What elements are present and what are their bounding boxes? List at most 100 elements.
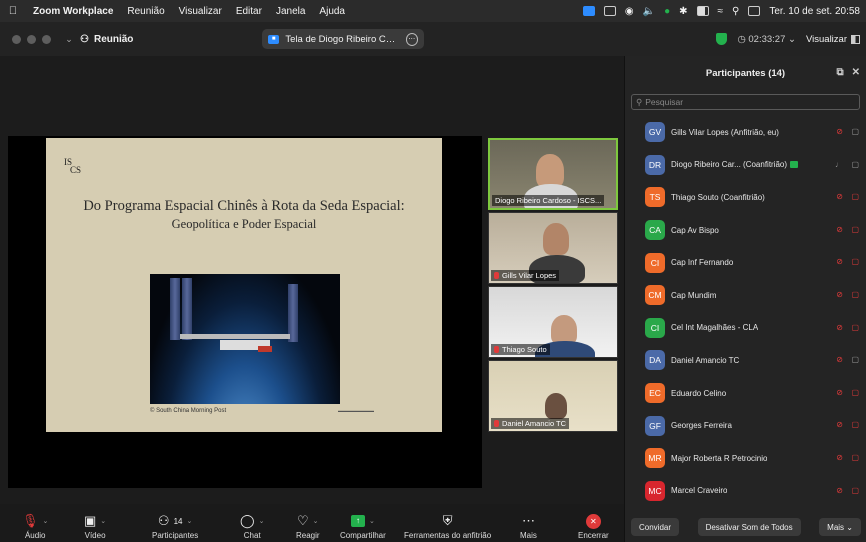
share-options-caret[interactable]: ⌄ <box>369 517 375 525</box>
menu-app-name[interactable]: Zoom Workplace <box>26 6 120 17</box>
participants-options-caret[interactable]: ⌄ <box>186 517 192 525</box>
camera-on-icon[interactable]: ▢ <box>851 160 859 169</box>
mic-off-icon[interactable]: ⊘ <box>836 127 843 136</box>
camera-off-icon[interactable]: ▢ <box>851 323 859 332</box>
mic-off-icon[interactable]: ⊘ <box>836 225 843 234</box>
participant-row[interactable]: EC Eduardo Celino ⊘ ▢ <box>625 377 866 410</box>
mic-off-icon[interactable]: ⊘ <box>836 323 843 332</box>
camera-off-icon[interactable]: ▢ <box>851 453 859 462</box>
menu-visualizar[interactable]: Visualizar <box>172 6 229 17</box>
mic-off-icon[interactable]: ⊘ <box>836 290 843 299</box>
window-tray-icon[interactable] <box>603 6 616 16</box>
host-tools-button[interactable]: ⛨ Ferramentas do anfitrião <box>404 512 491 540</box>
menubar-clock[interactable]: Ter. 10 de set. 20:58 <box>769 6 860 17</box>
participant-row[interactable]: DA Daniel Amancio TC ⊘ ▢ <box>625 344 866 377</box>
participants-search[interactable]: ⚲ Pesquisar <box>631 94 860 110</box>
participant-row[interactable]: CM Cap Mundim ⊘ ▢ <box>625 279 866 312</box>
chevron-down-icon[interactable]: ⌄ <box>58 34 80 45</box>
control-center-icon[interactable] <box>748 6 761 16</box>
invite-button[interactable]: Convidar <box>631 518 680 536</box>
camera-off-icon[interactable]: ▢ <box>851 420 859 429</box>
participant-row[interactable]: CA Cap Av Bispo ⊘ ▢ <box>625 214 866 247</box>
video-label: Vídeo <box>84 531 106 540</box>
green-status-icon[interactable]: ● <box>664 6 670 17</box>
participant-row[interactable]: MR Major Roberta R Petrocinio ⊘ ▢ <box>625 442 866 475</box>
video-tile[interactable]: Daniel Amancio TC <box>488 360 618 432</box>
camera-off-icon[interactable]: ▢ <box>851 388 859 397</box>
video-options-caret[interactable]: ⌄ <box>100 517 106 525</box>
more-button[interactable]: ⋯ Mais <box>520 512 537 540</box>
participant-row[interactable]: GF Georges Ferreira ⊘ ▢ <box>625 409 866 442</box>
zoom-window-button[interactable] <box>42 34 51 44</box>
audio-options-caret[interactable]: ⌄ <box>43 517 49 525</box>
chat-button[interactable]: ◯ ⌄ Chat <box>240 512 264 540</box>
camera-on-icon[interactable]: ▢ <box>851 355 859 364</box>
security-shield-icon[interactable] <box>716 33 728 45</box>
mute-all-button[interactable]: Desativar Som de Todos <box>697 518 801 536</box>
mic-off-icon[interactable]: ⊘ <box>836 486 843 495</box>
camera-on-icon[interactable]: ▢ <box>851 127 859 136</box>
camera-off-icon[interactable]: ▢ <box>851 486 859 495</box>
view-label: Visualizar <box>805 33 847 45</box>
minimize-window-button[interactable] <box>27 34 36 44</box>
close-icon[interactable]: ✕ <box>852 67 860 78</box>
wifi-icon[interactable]: ≈ <box>718 6 724 17</box>
apple-icon[interactable]:  <box>0 5 26 17</box>
video-tile[interactable]: Thiago Souto <box>488 286 618 358</box>
mic-off-icon[interactable]: ⊘ <box>836 420 843 429</box>
share-screen-button[interactable]: ↑ ⌄ Compartilhar <box>340 512 386 540</box>
video-tile[interactable]: Gills Vilar Lopes <box>488 212 618 284</box>
menu-editar[interactable]: Editar <box>229 6 269 17</box>
space-station-image <box>150 274 340 404</box>
participant-face <box>536 154 564 188</box>
camera-off-icon[interactable]: ▢ <box>851 257 859 266</box>
close-window-button[interactable] <box>12 34 21 44</box>
meeting-timer[interactable]: ◷ 02:33:27 ⌄ <box>737 34 796 45</box>
menu-reuniao[interactable]: Reunião <box>120 6 171 17</box>
camera-off-icon[interactable]: ▢ <box>851 290 859 299</box>
pop-out-icon[interactable]: ⧉ <box>836 67 843 78</box>
end-meeting-button[interactable]: ✕ Encerrar <box>578 512 609 540</box>
participant-row[interactable]: TS Thiago Souto (Coanfitrião) ⊘ ▢ <box>625 181 866 214</box>
react-options-caret[interactable]: ⌄ <box>313 517 319 525</box>
participant-name: Cap Inf Fernando <box>671 258 734 268</box>
view-button[interactable]: Visualizar <box>806 34 860 45</box>
battery-icon[interactable] <box>696 6 709 16</box>
share-options-icon[interactable]: ⋯ <box>405 32 418 46</box>
screen-share-indicator[interactable]: ■ Tela de Diogo Ribeiro Cardoso ⋯ <box>262 29 424 49</box>
participants-button[interactable]: ⚇ 14 ⌄ Participantes <box>152 512 198 540</box>
mic-off-icon[interactable]: ⊘ <box>836 257 843 266</box>
record-tray-icon[interactable]: ◉ <box>625 6 634 17</box>
menu-janela[interactable]: Janela <box>269 6 312 17</box>
chat-options-caret[interactable]: ⌄ <box>259 517 265 525</box>
end-label: Encerrar <box>578 531 609 540</box>
meeting-info-button[interactable]: ⚇ Reunião <box>80 34 133 45</box>
mic-off-icon[interactable]: ⊘ <box>836 192 843 201</box>
spotlight-icon[interactable]: ⚲ <box>732 6 739 17</box>
mic-on-icon[interactable]: ♩ <box>835 160 843 169</box>
audio-button[interactable]: 🎙 ⌄ Áudio <box>22 512 48 540</box>
react-button[interactable]: ♡ ⌄ Reagir <box>296 512 320 540</box>
participant-row[interactable]: CI Cap Inf Fernando ⊘ ▢ <box>625 246 866 279</box>
camera-off-icon[interactable]: ▢ <box>851 192 859 201</box>
camera-off-icon[interactable]: ▢ <box>851 225 859 234</box>
volume-icon[interactable]: 🔈 <box>643 6 655 17</box>
mic-off-icon[interactable]: ⊘ <box>836 388 843 397</box>
video-button[interactable]: ▣ ⌄ Vídeo <box>84 512 106 540</box>
video-strip: Diogo Ribeiro Cardoso - ISCS... Gills Vi… <box>488 138 618 434</box>
participant-name: Cap Av Bispo <box>671 225 719 235</box>
participant-row[interactable]: GV Gills Vilar Lopes (Anfitrião, eu) ⊘ ▢ <box>625 116 866 149</box>
bluetooth-icon[interactable]: ✱ <box>679 6 687 17</box>
shared-screen[interactable]: IS CS Do Programa Espacial Chinês à Rota… <box>8 136 482 488</box>
menu-ajuda[interactable]: Ajuda <box>312 6 352 17</box>
video-tile[interactable]: Diogo Ribeiro Cardoso - ISCS... <box>488 138 618 210</box>
mic-off-icon[interactable]: ⊘ <box>836 453 843 462</box>
participant-row[interactable]: CI Cel Int Magalhães - CLA ⊘ ▢ <box>625 312 866 345</box>
participant-row[interactable]: DR Diogo Ribeiro Car... (Coanfitrião) ♩ ▢ <box>625 149 866 182</box>
participant-row[interactable]: MC Marcel Craveiro ⊘ ▢ <box>625 475 866 508</box>
image-credit-secondary: ▬▬▬▬▬▬▬▬▬ <box>338 408 374 413</box>
zoom-tray-icon[interactable] <box>582 6 595 16</box>
mic-off-icon[interactable]: ⊘ <box>836 355 843 364</box>
participants-count: 14 <box>173 516 183 526</box>
panel-more-button[interactable]: Mais ⌄ <box>819 518 861 536</box>
